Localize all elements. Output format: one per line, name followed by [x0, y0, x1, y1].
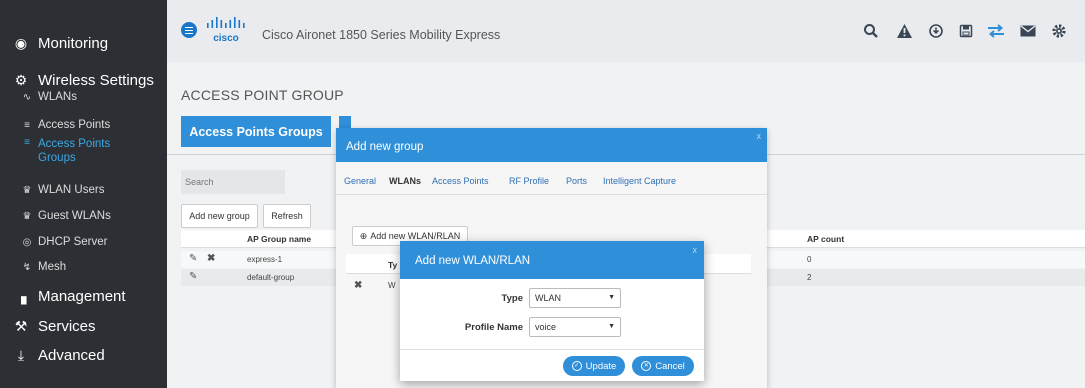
search-input[interactable]	[181, 170, 285, 194]
column-header-type[interactable]: Ty	[388, 260, 397, 270]
ap-group-name: default-group	[247, 273, 295, 282]
cancel-button[interactable]: ✕ Cancel	[632, 356, 694, 376]
chevron-down-icon: ▼	[608, 323, 615, 330]
profile-name-select[interactable]: voice ▼	[529, 317, 621, 337]
search-icon[interactable]	[857, 14, 885, 48]
access-point-icon: ≡	[24, 137, 30, 148]
management-icon: ▗	[15, 287, 27, 304]
sidebar-item-dhcp-server[interactable]: ◎ DHCP Server	[0, 233, 167, 251]
update-label: Update	[585, 360, 617, 372]
wlan-type: W	[388, 281, 396, 290]
tab-access-points[interactable]: Access Points	[432, 176, 489, 186]
ap-count: 0	[807, 255, 812, 264]
edit-icon[interactable]: ✎	[189, 253, 197, 264]
sidebar-item-label: Access Points	[38, 119, 111, 131]
save-icon[interactable]	[952, 14, 980, 48]
tab-intelligent-capture[interactable]: Intelligent Capture	[603, 176, 676, 186]
download-icon: ⤓	[17, 346, 25, 363]
transfer-icon[interactable]	[982, 14, 1010, 48]
ap-count: 2	[807, 273, 812, 282]
ap-group-name: express-1	[247, 255, 283, 264]
sidebar-item-guest-wlans[interactable]: ♛ Guest WLANs	[0, 207, 167, 225]
dashboard-icon: ◉	[14, 34, 28, 51]
add-new-group-button[interactable]: Add new group	[181, 204, 258, 228]
top-header: cisco Cisco Aironet 1850 Series Mobility…	[167, 0, 1085, 62]
users-icon: ♛	[22, 184, 32, 196]
profile-name-value: voice	[535, 322, 557, 332]
sidebar-item-label: DHCP Server	[38, 236, 108, 248]
type-select[interactable]: WLAN ▼	[529, 288, 621, 308]
profile-name-label: Profile Name	[464, 322, 523, 333]
sidebar-item-label: Wireless Settings	[38, 71, 154, 89]
sidebar-item-label: Services	[38, 317, 96, 335]
divider	[400, 349, 704, 350]
tab-indicator	[339, 116, 351, 128]
cancel-circle-icon: ✕	[641, 361, 652, 371]
add-wlan-label: Add new WLAN/RLAN	[370, 231, 461, 241]
alert-icon[interactable]	[890, 14, 918, 48]
tab-wlans[interactable]: WLANs	[389, 176, 421, 186]
download-icon[interactable]	[922, 14, 950, 48]
cancel-label: Cancel	[655, 360, 685, 372]
access-point-icon: ≡	[24, 119, 30, 131]
update-button[interactable]: ✓ Update	[563, 356, 625, 376]
chevron-down-icon: ▼	[608, 294, 615, 301]
sidebar-item-management[interactable]: ▗ Management	[0, 284, 167, 308]
sidebar: ◉ Monitoring ⚙ Wireless Settings ∿ WLANs…	[0, 0, 167, 388]
sidebar-item-access-points-groups[interactable]: ≡ Access Points Groups	[0, 137, 167, 171]
divider	[336, 194, 767, 195]
sidebar-item-monitoring[interactable]: ◉ Monitoring	[0, 30, 167, 56]
menu-icon[interactable]	[181, 22, 197, 38]
tab-general[interactable]: General	[344, 176, 376, 186]
sidebar-item-label: WLANs	[38, 91, 77, 103]
dialog-title: Add new WLAN/RLAN	[400, 241, 704, 279]
refresh-button[interactable]: Refresh	[263, 204, 311, 228]
svg-text:cisco: cisco	[213, 33, 239, 44]
sidebar-item-services[interactable]: ⚒ Services	[0, 314, 167, 338]
close-icon[interactable]: x	[693, 245, 698, 255]
gear-icon: ⚙	[14, 71, 28, 88]
sidebar-item-label: WLAN Users	[38, 184, 105, 196]
cisco-logo: cisco	[207, 17, 245, 44]
sidebar-item-label: Management	[38, 287, 126, 305]
dialog-title: Add new group	[336, 128, 767, 162]
edit-icon[interactable]: ✎	[189, 271, 197, 282]
check-circle-icon: ✓	[571, 361, 582, 371]
tab-ports[interactable]: Ports	[566, 176, 587, 186]
users-icon: ♛	[22, 210, 32, 222]
wifi-icon: ∿	[22, 91, 32, 103]
tab-access-points-groups[interactable]: Access Points Groups	[181, 116, 331, 147]
product-title: Cisco Aironet 1850 Series Mobility Expre…	[262, 28, 501, 42]
column-header-ap-count[interactable]: AP count	[807, 234, 844, 244]
close-icon[interactable]: x	[757, 131, 762, 141]
sidebar-item-wlans[interactable]: ∿ WLANs	[0, 88, 167, 106]
sidebar-item-label: Guest WLANs	[38, 210, 111, 222]
type-label: Type	[501, 293, 523, 304]
type-value: WLAN	[535, 293, 562, 303]
add-wlan-dialog: Add new WLAN/RLAN x Type WLAN ▼ Profile …	[400, 241, 704, 381]
page-title: ACCESS POINT GROUP	[181, 87, 344, 103]
sidebar-item-label: Advanced	[38, 346, 105, 364]
delete-icon[interactable]: ✖	[207, 253, 215, 264]
sidebar-item-advanced[interactable]: ⤓ Advanced	[0, 343, 167, 367]
sidebar-item-mesh[interactable]: ↯ Mesh	[0, 258, 167, 276]
sidebar-item-label: Mesh	[38, 261, 67, 273]
plus-icon: ⊕	[359, 230, 368, 241]
sidebar-item-access-points[interactable]: ≡ Access Points	[0, 116, 167, 134]
gear-icon[interactable]	[1045, 14, 1073, 48]
dhcp-icon: ◎	[22, 236, 32, 248]
column-header-ap-group-name[interactable]: AP Group name	[247, 234, 311, 244]
mail-icon[interactable]	[1014, 14, 1042, 48]
sidebar-item-label: Access Points Groups	[38, 138, 111, 164]
tab-rf-profile[interactable]: RF Profile	[509, 176, 549, 186]
sidebar-item-label: Monitoring	[38, 34, 109, 52]
wrench-icon: ⚒	[14, 317, 28, 334]
delete-icon[interactable]: ✖	[354, 280, 362, 291]
mesh-icon: ↯	[22, 261, 32, 273]
sidebar-item-wlan-users[interactable]: ♛ WLAN Users	[0, 181, 167, 199]
